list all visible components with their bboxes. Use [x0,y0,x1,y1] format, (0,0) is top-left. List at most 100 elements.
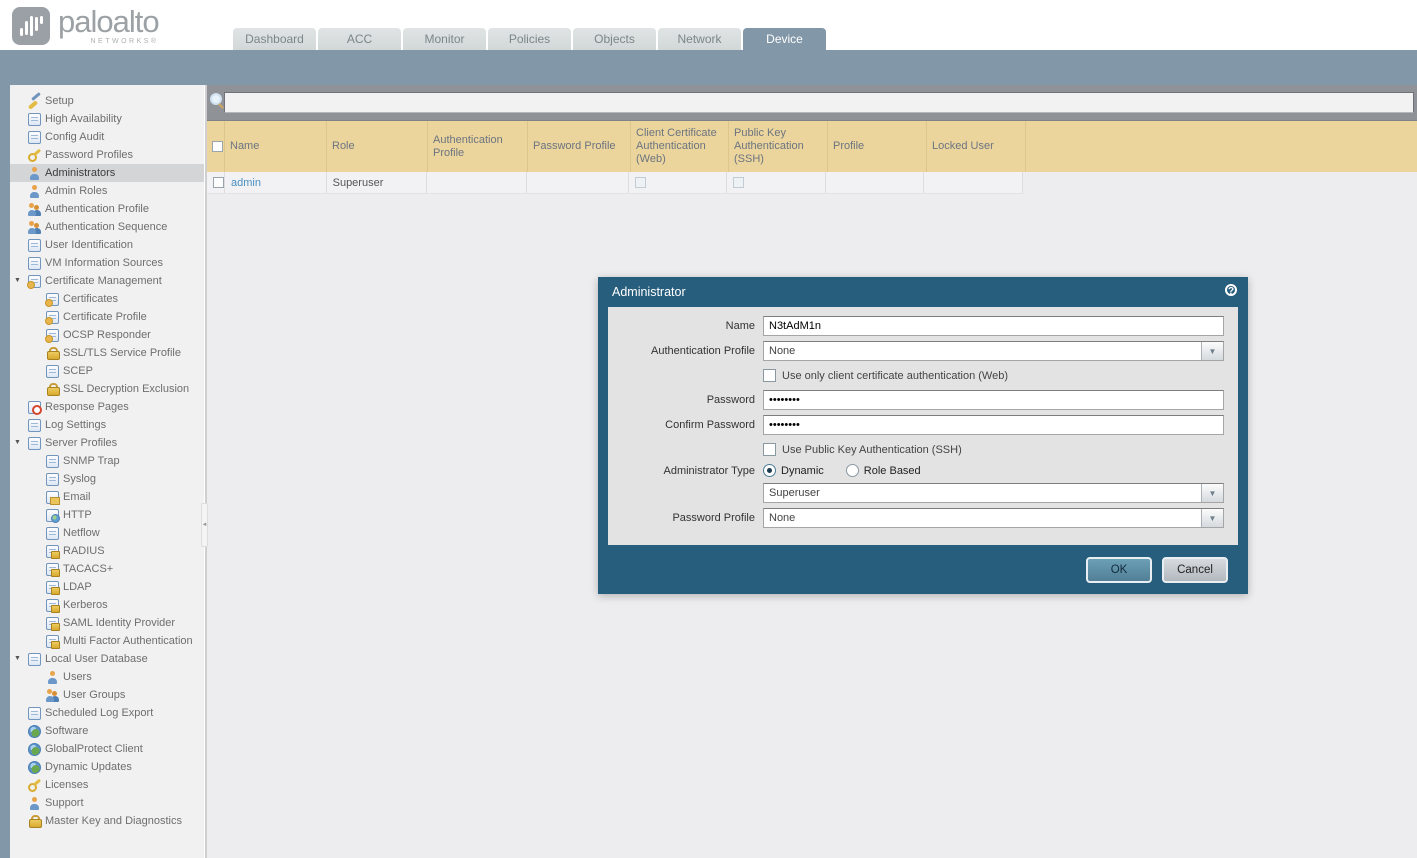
radio-role-based[interactable] [845,464,859,477]
sidebar-item-setup[interactable]: Setup [10,92,204,110]
expander-icon[interactable]: ▼ [14,655,21,663]
sidebar-item-administrators[interactable]: Administrators [10,164,204,182]
sidebar-item-ssl-decryption-exclusion[interactable]: SSL Decryption Exclusion [10,380,204,398]
tab-acc[interactable]: ACC [318,28,401,50]
certificate-folder-icon [27,274,41,289]
sidebar-item-response-pages[interactable]: Response Pages [10,398,204,416]
sidebar-item-server-profiles[interactable]: ▼ Server Profiles [10,434,204,452]
sidebar-item-certificate-profile[interactable]: Certificate Profile [10,308,204,326]
dialog-title: Administrator [612,285,686,299]
sidebar-item-certificate-management[interactable]: ▼ Certificate Management [10,272,204,290]
column-header-role[interactable]: Role [327,121,428,172]
tab-dashboard[interactable]: Dashboard [233,28,316,50]
sidebar-item-dynamic-updates[interactable]: Dynamic Updates [10,758,204,776]
sidebar-item-label: User Groups [63,689,126,701]
sidebar-item-ssl-tls-service-profile[interactable]: SSL/TLS Service Profile [10,344,204,362]
sidebar-item-certificates[interactable]: Certificates [10,290,204,308]
help-icon[interactable]: ? [1225,284,1237,297]
password-field[interactable] [763,390,1224,410]
sidebar-item-vm-information-sources[interactable]: VM Information Sources [10,254,204,272]
software-globe-icon [28,724,41,738]
admin-type-option-dynamic[interactable]: Dynamic [763,464,824,477]
tab-objects[interactable]: Objects [573,28,656,50]
ok-button[interactable]: OK [1086,556,1152,583]
sidebar-item-scheduled-log-export[interactable]: Scheduled Log Export [10,704,204,722]
column-header-name[interactable]: Name [225,121,327,172]
sidebar-item-software[interactable]: Software [10,722,204,740]
sidebar-item-globalprotect-client[interactable]: GlobalProtect Client [10,740,204,758]
logo-subtitle: NETWORKS® [90,38,159,45]
column-header-authentication_profile[interactable]: Authentication Profile [428,121,528,172]
sidebar-splitter[interactable] [204,85,207,858]
admin-type-option-role-based[interactable]: Role Based [845,464,921,477]
cancel-button[interactable]: Cancel [1162,556,1228,583]
sidebar-item-label: Email [63,491,91,503]
sidebar-collapse-handle[interactable]: ◄ [201,503,208,547]
chevron-down-icon[interactable]: ▼ [1201,484,1223,502]
sidebar-item-label: Users [63,671,92,683]
sidebar-item-kerberos[interactable]: Kerberos [10,596,204,614]
ssl-lock-icon [46,346,60,360]
expander-icon[interactable]: ▼ [14,439,21,447]
header-band [0,50,1417,85]
column-header-password_profile[interactable]: Password Profile [528,121,631,172]
sidebar-item-authentication-sequence[interactable]: Authentication Sequence [10,218,204,236]
confirm-password-label: Confirm Password [665,419,755,431]
sidebar-item-local-user-database[interactable]: ▼ Local User Database [10,650,204,668]
sidebar-item-user-groups[interactable]: User Groups [10,686,204,704]
tab-policies[interactable]: Policies [488,28,571,50]
client-cert-auth-checkbox[interactable] [763,369,776,382]
sidebar-item-label: High Availability [45,113,122,125]
sidebar-item-licenses[interactable]: Licenses [10,776,204,794]
sidebar-item-label: Authentication Profile [45,203,149,215]
sidebar-item-radius[interactable]: RADIUS [10,542,204,560]
sidebar-item-ocsp-responder[interactable]: OCSP Responder [10,326,204,344]
sidebar-item-users[interactable]: Users [10,668,204,686]
name-field[interactable] [763,316,1224,336]
sidebar-item-user-identification[interactable]: User Identification [10,236,204,254]
sidebar-item-log-settings[interactable]: Log Settings [10,416,204,434]
column-header-public_key_auth_ssh[interactable]: Public Key Authentication (SSH) [729,121,828,172]
tab-network[interactable]: Network [658,28,741,50]
sidebar-item-label: Master Key and Diagnostics [45,815,182,827]
password-profile-select[interactable]: None ▼ [763,508,1224,528]
column-header-profile[interactable]: Profile [828,121,927,172]
chevron-down-icon[interactable]: ▼ [1201,342,1223,360]
chevron-down-icon[interactable]: ▼ [1201,509,1223,527]
sidebar-item-http[interactable]: HTTP [10,506,204,524]
sidebar-item-ldap[interactable]: LDAP [10,578,204,596]
sidebar-item-email[interactable]: Email [10,488,204,506]
radio-dynamic[interactable] [763,464,776,477]
sidebar-item-support[interactable]: Support [10,794,204,812]
public-key-auth-checkbox[interactable] [763,443,776,456]
tab-monitor[interactable]: Monitor [403,28,486,50]
sidebar-item-scep[interactable]: SCEP [10,362,204,380]
sidebar-item-netflow[interactable]: Netflow [10,524,204,542]
confirm-password-field[interactable] [763,415,1224,435]
tab-device[interactable]: Device [743,28,826,50]
sidebar-item-config-audit[interactable]: Config Audit [10,128,204,146]
sidebar-item-snmp-trap[interactable]: SNMP Trap [10,452,204,470]
search-input[interactable] [224,92,1414,113]
sidebar-item-authentication-profile[interactable]: Authentication Profile [10,200,204,218]
column-header-locked_user[interactable]: Locked User [927,121,1026,172]
expander-icon[interactable]: ▼ [14,277,21,285]
sidebar-item-password-profiles[interactable]: Password Profiles [10,146,204,164]
sidebar-item-tacacs[interactable]: TACACS+ [10,560,204,578]
administrator-type-label: Administrator Type [663,464,755,477]
sidebar-item-saml-identity-provider[interactable]: SAML Identity Provider [10,614,204,632]
sidebar-item-admin-roles[interactable]: Admin Roles [10,182,204,200]
netflow-server-icon [46,526,59,540]
dialog-body: Name Authentication Profile None ▼ Use o… [608,307,1238,545]
sidebar-item-master-key-and-diagnostics[interactable]: Master Key and Diagnostics [10,812,204,830]
role-select[interactable]: Superuser ▼ [763,483,1224,503]
sidebar-item-syslog[interactable]: Syslog [10,470,204,488]
authentication-profile-select[interactable]: None ▼ [763,341,1224,361]
column-header-checkbox[interactable] [207,121,225,172]
column-header-client_cert_auth_web[interactable]: Client Certificate Authentication (Web) [631,121,729,172]
sidebar-item-multi-factor-authentication[interactable]: Multi Factor Authentication [10,632,204,650]
admin-name-link[interactable]: admin [231,177,261,189]
sidebar-item-high-availability[interactable]: High Availability [10,110,204,128]
select-all-checkbox[interactable] [212,141,223,152]
row-checkbox[interactable] [213,177,224,188]
